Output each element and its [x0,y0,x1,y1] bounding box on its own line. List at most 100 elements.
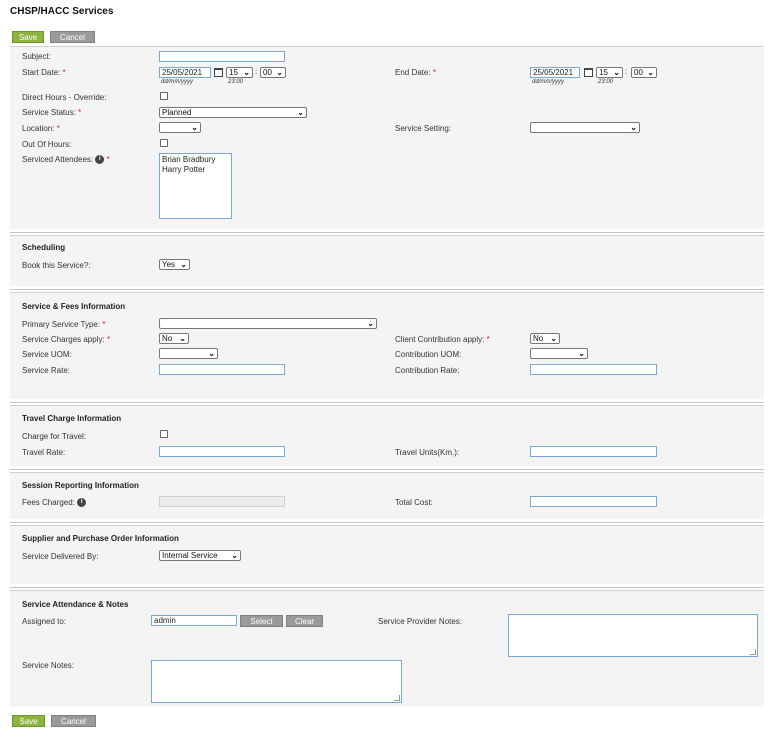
assigned-to-label: Assigned to: [22,617,67,626]
charge-for-travel-checkbox[interactable] [160,430,168,438]
service-status-label: Service Status: * [22,108,82,117]
total-cost-label: Total Cost: [395,498,433,507]
contribution-uom-label: Contribution UOM: [395,350,462,359]
service-setting-select[interactable]: ⌄ [530,122,640,133]
time-format-hint: 23:00 [598,79,614,85]
service-notes-label: Service Notes: [22,661,75,670]
start-minute-select[interactable]: 00 ⌄ [260,67,286,78]
charge-for-travel-label: Charge for Travel: [22,432,87,441]
chevron-down-icon: ⌄ [231,551,238,560]
primary-service-type-label: Primary Service Type: * [22,320,106,329]
calendar-icon[interactable] [584,68,593,77]
end-date-label: End Date: * [395,68,436,77]
resize-handle-icon[interactable] [394,695,400,701]
subject-input[interactable] [159,51,285,62]
travel-units-label: Travel Units(Km.): [395,448,460,457]
service-uom-label: Service UOM: [22,350,72,359]
session-title: Session Reporting Information [22,481,139,490]
total-cost-input[interactable] [530,496,657,507]
start-date-label: Start Date: * [22,68,66,77]
cancel-button-bottom[interactable]: Cancel [51,715,96,727]
client-contribution-label: Client Contribution apply: * [395,335,490,344]
divider [10,587,764,588]
service-notes-textarea[interactable] [151,660,402,703]
book-service-label: Book this Service?: [22,261,91,270]
attendees-listbox[interactable]: Brian Bradbury Harry Potter [159,153,232,219]
divider [10,232,764,233]
clear-button[interactable]: Clear [286,615,323,627]
primary-service-type-select[interactable]: ⌄ [159,318,377,329]
chevron-down-icon: ⌄ [276,68,283,77]
chevron-down-icon: ⌄ [630,123,637,132]
out-of-hours-label: Out Of Hours: [22,140,72,149]
divider [10,289,764,290]
travel-rate-input[interactable] [159,446,285,457]
contribution-rate-input[interactable] [530,364,657,375]
service-delivered-by-label: Service Delivered By: [22,552,99,561]
travel-title: Travel Charge Information [22,414,122,423]
time-separator: : [625,67,628,76]
time-format-hint: 23:00 [228,79,244,85]
service-setting-label: Service Setting: [395,124,452,133]
direct-hours-label: Direct Hours - Override: [22,93,107,102]
service-delivered-by-select[interactable]: Internal Service ⌄ [159,550,241,561]
date-format-hint: dd/mm/yyyy [532,79,565,85]
fees-title: Service & Fees Information [22,302,126,311]
chevron-down-icon: ⌄ [191,123,198,132]
start-date-input[interactable]: 25/05/2021 [159,67,211,78]
chevron-down-icon: ⌄ [179,334,186,343]
save-button-top[interactable]: Save [12,31,44,43]
end-hour-select[interactable]: 15 ⌄ [596,67,623,78]
end-minute-select[interactable]: 00 ⌄ [631,67,657,78]
travel-units-input[interactable] [530,446,657,457]
select-button[interactable]: Select [240,615,283,627]
client-contribution-select[interactable]: No ⌄ [530,333,560,344]
chevron-down-icon: ⌄ [208,349,215,358]
resize-handle-icon[interactable] [750,649,756,655]
service-status-select[interactable]: Planned ⌄ [159,107,307,118]
service-rate-label: Service Rate: [22,366,71,375]
chevron-down-icon: ⌄ [613,68,620,77]
info-icon[interactable]: i [95,155,105,165]
contribution-uom-select[interactable]: ⌄ [530,348,588,359]
info-icon[interactable]: i [77,498,87,508]
chevron-down-icon: ⌄ [578,349,585,358]
chevron-down-icon: ⌄ [367,319,374,328]
scheduling-title: Scheduling [22,243,66,252]
cancel-button-top[interactable]: Cancel [50,31,95,43]
calendar-icon[interactable] [214,68,223,77]
service-charges-select[interactable]: No ⌄ [159,333,189,344]
divider [10,522,764,523]
assigned-to-input[interactable]: admin [151,615,237,626]
list-item[interactable]: Brian Bradbury [162,155,229,165]
chevron-down-icon: ⌄ [243,68,250,77]
time-separator: : [255,67,258,76]
service-provider-notes-label: Service Provider Notes: [378,617,463,626]
chevron-down-icon: ⌄ [647,68,654,77]
direct-hours-checkbox[interactable] [160,92,168,100]
save-button-bottom[interactable]: Save [12,715,45,727]
location-select[interactable]: ⌄ [159,122,201,133]
contribution-rate-label: Contribution Rate: [395,366,460,375]
location-label: Location: * [22,124,60,133]
fees-charged-label: Fees Charged: i [22,498,87,508]
list-item[interactable]: Harry Potter [162,165,229,175]
book-service-select[interactable]: Yes ⌄ [159,259,190,270]
date-format-hint: dd/mm/yyyy [161,79,194,85]
service-uom-select[interactable]: ⌄ [159,348,218,359]
start-hour-select[interactable]: 15 ⌄ [226,67,253,78]
service-provider-notes-textarea[interactable] [508,614,758,657]
supplier-title: Supplier and Purchase Order Information [22,534,179,543]
divider [10,469,764,470]
serviced-attendees-label: Serviced Attendees: i * [22,155,110,165]
scheduling-section [10,235,764,286]
out-of-hours-checkbox[interactable] [160,139,168,147]
chevron-down-icon: ⌄ [297,108,304,117]
end-date-input[interactable]: 25/05/2021 [530,67,580,78]
subject-label: Subject: [22,52,51,61]
chevron-down-icon: ⌄ [550,334,557,343]
service-rate-input[interactable] [159,364,285,375]
service-charges-label: Service Charges apply: * [22,335,111,344]
fees-charged-input [159,496,285,507]
divider [10,402,764,403]
